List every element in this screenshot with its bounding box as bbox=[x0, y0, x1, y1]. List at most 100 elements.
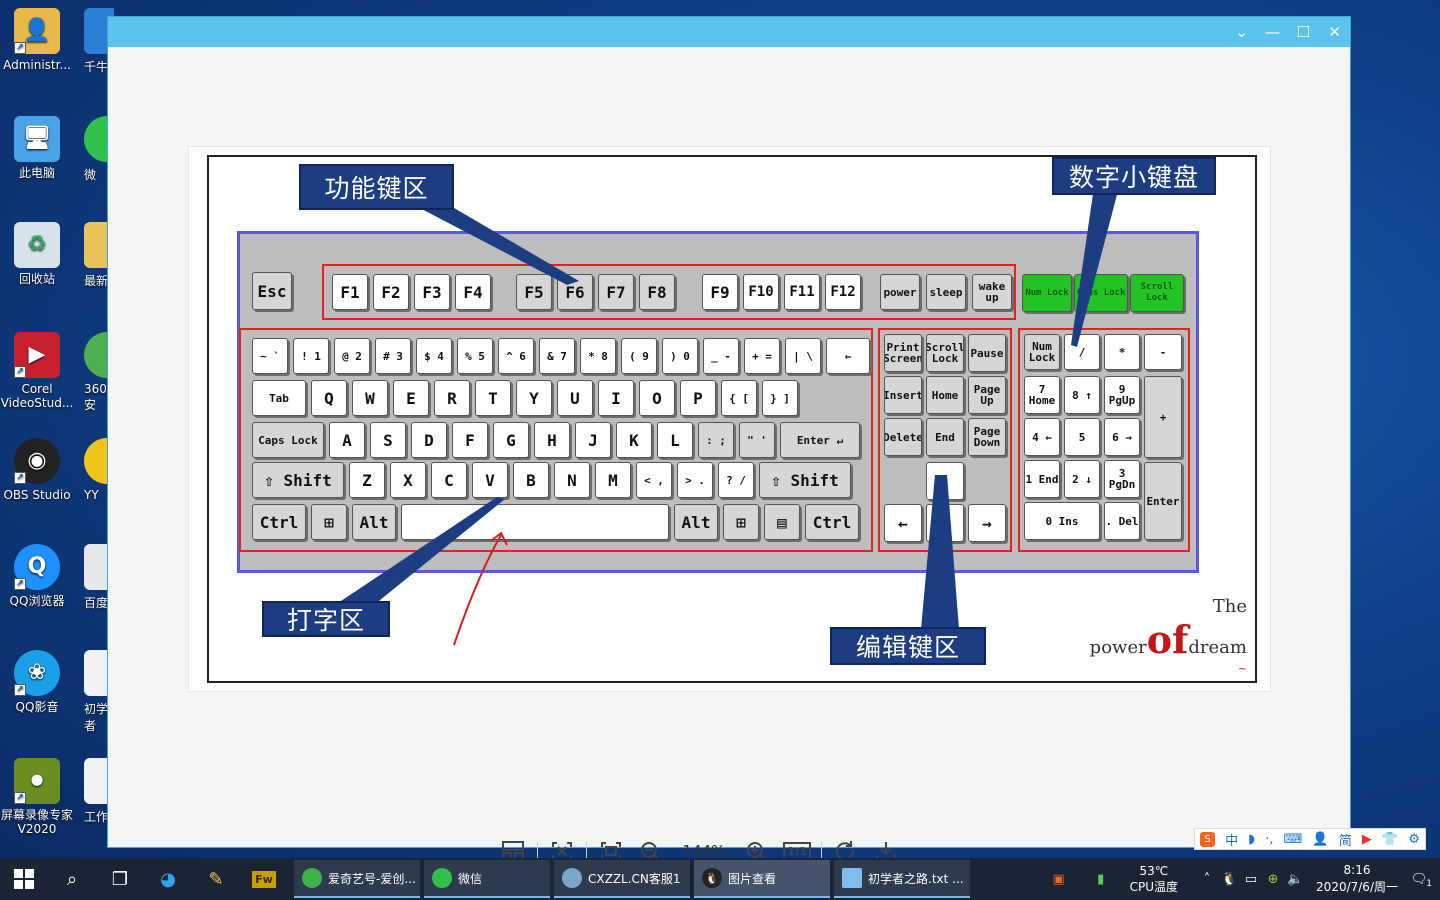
task-label: 微信 bbox=[458, 871, 483, 886]
system-tray: ▣ ▮ 53℃ CPU温度 ˄ 🐧 ▭ ⊕ 🔈 8:16 2020/7/6/周一… bbox=[1048, 858, 1440, 900]
minimize-button[interactable]: — bbox=[1257, 17, 1288, 47]
desktop-icon-label: Corel VideoStud... bbox=[0, 382, 74, 410]
pointer-function bbox=[414, 205, 579, 285]
pinned-fireworks[interactable]: Fw bbox=[240, 858, 288, 900]
desktop-icon-qq-player[interactable]: ❀ ↗ QQ影音 bbox=[0, 650, 74, 714]
taskbar: ⌕ ❐ ◕ ✎ Fw 爱奇艺号-爱创... 微信 CXZZL.CN客服1 🐧 图… bbox=[0, 858, 1440, 900]
pinned-qq-browser[interactable]: ◕ bbox=[144, 858, 192, 900]
taskbar-item-customer-service[interactable]: CXZZL.CN客服1 bbox=[554, 860, 690, 898]
task-view-icon: ❐ bbox=[111, 868, 129, 890]
volume-icon[interactable]: 🔈 bbox=[1284, 872, 1306, 887]
moon-icon[interactable]: ◗ bbox=[1248, 832, 1255, 847]
task-label: CXZZL.CN客服1 bbox=[588, 871, 681, 886]
title-bar[interactable]: ⌄ — ☐ ✕ bbox=[108, 17, 1350, 47]
fireworks-icon: Fw bbox=[252, 870, 276, 888]
cpu-temperature[interactable]: 53℃ CPU温度 bbox=[1130, 863, 1178, 895]
desktop-icon-label: Administr... bbox=[3, 58, 71, 72]
taskbar-item-iqiyi[interactable]: 爱奇艺号-爱创... bbox=[294, 860, 420, 898]
user-folder-icon: 👤 ↗ bbox=[14, 8, 60, 54]
qq-icon: 🐧 bbox=[702, 868, 722, 888]
callout-function-keys: 功能键区 bbox=[299, 164, 454, 210]
desktop-icon-label: QQ浏览器 bbox=[9, 594, 65, 608]
desktop-icon-this-pc[interactable]: 🖥 此电脑 bbox=[0, 116, 74, 180]
ime-toolbar[interactable]: S 中 ◗ ·, ⌨ 👤 简 ▶ 👕 ⚙ bbox=[1194, 828, 1426, 850]
callout-numpad: 数字小键盘 bbox=[1052, 157, 1216, 195]
notification-icon: 🗨 bbox=[1410, 871, 1428, 887]
screen-recorder-icon: ⏺ ↗ bbox=[14, 758, 60, 804]
sogou-tray-icon[interactable]: ▣ bbox=[1048, 872, 1070, 887]
desktop-icon-corel[interactable]: ▶ ↗ Corel VideoStud... bbox=[0, 332, 74, 410]
notification-center-button[interactable]: 🗨 1 bbox=[1408, 871, 1432, 889]
clock-time: 8:16 bbox=[1343, 863, 1371, 877]
pinned-app[interactable]: ✎ bbox=[192, 858, 240, 900]
search-icon: ⌕ bbox=[66, 868, 78, 890]
desktop-icon-administrator[interactable]: 👤 ↗ Administr... bbox=[0, 8, 74, 72]
qq-player-icon: ❀ ↗ bbox=[14, 650, 60, 696]
keyboard-diagram: Esc F1 F2 F3 F4 F5 F6 F7 F8 F9 F10 F11 F… bbox=[207, 155, 1257, 683]
clock[interactable]: 8:16 2020/7/6/周一 bbox=[1316, 862, 1398, 896]
red-arrow bbox=[453, 534, 502, 646]
ime-chinese-toggle[interactable]: 中 bbox=[1225, 830, 1238, 849]
desktop-icon-label: 回收站 bbox=[18, 272, 55, 286]
qq-tray-icon[interactable]: 🐧 bbox=[1218, 872, 1240, 887]
video-icon[interactable]: ▶ bbox=[1362, 832, 1372, 847]
sogou-icon[interactable]: S bbox=[1200, 831, 1216, 847]
task-label: 爱奇艺号-爱创... bbox=[328, 871, 416, 886]
keyboard-icon[interactable]: ⌨ bbox=[1284, 832, 1303, 847]
desktop-icon-label: 此电脑 bbox=[18, 166, 55, 180]
windows-icon bbox=[14, 869, 34, 889]
recycle-bin-icon: ♻ bbox=[14, 222, 60, 268]
start-button[interactable] bbox=[0, 858, 48, 900]
punctuation-icon[interactable]: ·, bbox=[1265, 832, 1273, 847]
task-view-button[interactable]: ❐ bbox=[96, 858, 144, 900]
callout-editing: 编辑键区 bbox=[830, 627, 986, 665]
app-icon: ✎ bbox=[208, 868, 224, 890]
cpu-temp-label: CPU温度 bbox=[1129, 880, 1179, 894]
image-canvas[interactable]: Esc F1 F2 F3 F4 F5 F6 F7 F8 F9 F10 F11 F… bbox=[108, 47, 1350, 862]
desktop-icon-qq-browser[interactable]: Q ↗ QQ浏览器 bbox=[0, 544, 74, 608]
avatar-icon bbox=[562, 868, 582, 888]
network-icon[interactable]: ▭ bbox=[1240, 872, 1262, 887]
settings-icon[interactable]: ⚙ bbox=[1408, 832, 1420, 847]
minimize-icon: — bbox=[1265, 23, 1280, 41]
desktop-icon-label: QQ影音 bbox=[15, 700, 59, 714]
maximize-button[interactable]: ☐ bbox=[1288, 17, 1319, 47]
desktop-icon-obs[interactable]: ◉ ↗ OBS Studio bbox=[0, 438, 74, 502]
dropdown-button[interactable]: ⌄ bbox=[1226, 17, 1257, 47]
pointer-typing bbox=[329, 497, 505, 609]
chevron-down-icon: ⌄ bbox=[1235, 23, 1248, 41]
user-icon[interactable]: 👤 bbox=[1312, 832, 1328, 847]
task-label: 初学者之路.txt ... bbox=[868, 871, 964, 886]
battery-icon[interactable]: ▮ bbox=[1090, 872, 1112, 887]
watermark-signature: The powerofdream ~ bbox=[1089, 596, 1247, 675]
pointer-editing bbox=[921, 475, 959, 629]
search-button[interactable]: ⌕ bbox=[48, 858, 96, 900]
clock-date: 2020/7/6/周一 bbox=[1316, 880, 1398, 894]
desktop-icon-recycle-bin[interactable]: ♻ 回收站 bbox=[0, 222, 74, 286]
taskbar-item-notepad[interactable]: 初学者之路.txt ... bbox=[834, 860, 970, 898]
ime-simplified-toggle[interactable]: 简 bbox=[1339, 830, 1352, 849]
image-viewer-window: ⌄ — ☐ ✕ Esc F1 F2 F3 F4 F5 F6 F7 F8 F9 F… bbox=[107, 16, 1351, 862]
pointer-numpad bbox=[1071, 187, 1119, 347]
taskbar-item-image-viewer[interactable]: 🐧 图片查看 bbox=[694, 860, 830, 898]
close-icon: ✕ bbox=[1328, 23, 1341, 41]
obs-icon: ◉ ↗ bbox=[14, 438, 60, 484]
wechat-icon bbox=[432, 868, 452, 888]
desktop-icon-label: 屏幕录像专家V2020 bbox=[0, 808, 73, 836]
qq-browser-icon: Q ↗ bbox=[14, 544, 60, 590]
close-button[interactable]: ✕ bbox=[1319, 17, 1350, 47]
iqiyi-icon bbox=[302, 868, 322, 888]
qq-browser-icon: ◕ bbox=[160, 868, 176, 890]
task-label: 图片查看 bbox=[728, 871, 777, 886]
desktop-icon-label: OBS Studio bbox=[3, 488, 71, 502]
notepad-icon bbox=[842, 868, 862, 888]
displayed-image[interactable]: Esc F1 F2 F3 F4 F5 F6 F7 F8 F9 F10 F11 F… bbox=[188, 146, 1271, 692]
maximize-icon: ☐ bbox=[1296, 23, 1311, 41]
desktop-icon-screen-recorder[interactable]: ⏺ ↗ 屏幕录像专家V2020 bbox=[0, 758, 74, 836]
plus-icon[interactable]: ⊕ bbox=[1262, 872, 1284, 887]
taskbar-item-wechat[interactable]: 微信 bbox=[424, 860, 550, 898]
callout-typing: 打字区 bbox=[262, 601, 390, 637]
computer-icon: 🖥 bbox=[14, 116, 60, 162]
skin-icon[interactable]: 👕 bbox=[1382, 832, 1398, 847]
chevron-up-icon[interactable]: ˄ bbox=[1196, 872, 1218, 887]
